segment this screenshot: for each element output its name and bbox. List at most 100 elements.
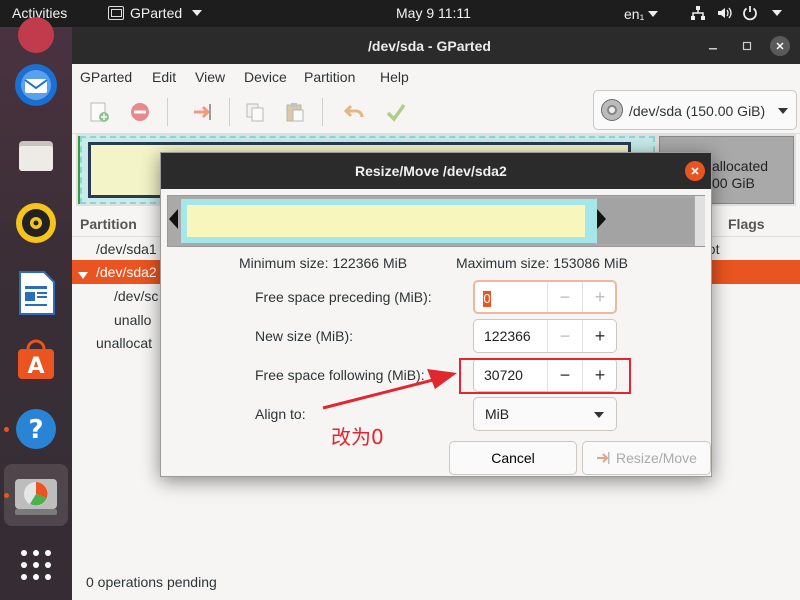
menu-help[interactable]: Help [380,69,409,85]
partition-resize-block[interactable] [181,199,597,243]
resize-move-dialog: Resize/Move /dev/sda2 Minimum size: 1223… [160,152,712,477]
chevron-down-icon [648,11,659,17]
decrement-button[interactable]: − [548,282,582,312]
dock-item-thunderbird[interactable] [10,59,62,111]
column-header-partition[interactable]: Partition [80,216,137,232]
new-partition-icon [90,102,109,122]
minimize-button[interactable] [704,37,722,55]
dock-item-help[interactable]: ? [10,403,62,455]
dock: A ? [0,17,72,600]
chevron-down-icon [772,10,782,16]
dock-item-partial[interactable] [10,9,62,61]
unallocated-size: 00 GiB [712,175,755,191]
power-icon [743,6,757,21]
dialog-titlebar[interactable]: Resize/Move /dev/sda2 [161,153,711,189]
copy-button[interactable] [242,99,268,125]
align-to-value: MiB [485,406,510,422]
svg-text:?: ? [28,415,43,445]
running-indicator [4,493,9,498]
window-titlebar[interactable]: /dev/sda - GParted [72,27,800,64]
resize-move-button[interactable] [189,99,215,125]
thunderbird-icon [15,64,57,106]
free-space-preceding-input[interactable]: 0 [483,290,491,307]
decrement-button[interactable]: − [548,320,582,352]
menu-bar: GParted Edit View Device Partition Help [72,64,800,90]
menu-partition[interactable]: Partition [304,69,355,85]
help-icon: ? [16,409,56,449]
right-resize-handle[interactable] [597,209,606,229]
apply-button[interactable] [383,99,409,125]
close-icon [691,167,699,175]
close-button[interactable] [770,36,790,56]
menu-view[interactable]: View [195,69,225,85]
undo-icon [343,104,364,118]
menu-device[interactable]: Device [244,69,287,85]
dock-item-files[interactable] [10,129,62,181]
device-selector-label: /dev/sda (150.00 GiB) [629,103,766,119]
free-space-preceding-stepper[interactable]: 0 − + [473,280,617,314]
gparted-icon [15,479,57,515]
system-tray[interactable] [690,5,782,21]
align-to-dropdown[interactable]: MiB [473,397,617,431]
annotation-highlight-box [459,358,631,394]
cancel-button-label: Cancel [491,450,535,466]
column-header-flags[interactable]: Flags [728,216,765,232]
resize-graphic[interactable] [167,195,705,247]
top-bar: Activities GParted May 9 11:11 en₁ [0,0,800,27]
dock-item-gparted[interactable] [10,469,62,521]
show-applications-button[interactable] [10,539,62,591]
align-to-label: Align to: [255,406,306,422]
free-space-following-block [596,198,694,244]
row-partition: /dev/sc [114,288,159,304]
checkmark-icon [386,103,406,122]
cancel-button[interactable]: Cancel [449,441,577,475]
harddisk-icon [601,99,623,121]
app-menu-label: GParted [130,5,183,21]
increment-button[interactable]: + [583,282,617,312]
chevron-down-icon [192,10,203,16]
paste-button[interactable] [282,99,308,125]
maximize-button[interactable] [738,37,756,55]
clock[interactable]: May 9 11:11 [396,5,471,21]
maximum-size-label: Maximum size: 153086 MiB [456,255,628,271]
gparted-app-icon [108,6,124,20]
status-bar: 0 operations pending [72,567,800,600]
dock-item-rhythmbox[interactable] [10,197,62,249]
new-size-label: New size (MiB): [255,328,354,344]
volume-icon [718,7,732,19]
annotation-text: 改为0 [331,425,384,449]
toolbar-separator [229,98,230,126]
increment-button[interactable]: + [583,320,617,352]
expander-icon[interactable] [78,267,88,283]
status-text: 0 operations pending [86,574,217,590]
minimum-size-label: Minimum size: 122366 MiB [239,255,408,271]
language-indicator[interactable]: en₁ [624,6,659,22]
delete-partition-button[interactable] [127,99,153,125]
app-menu[interactable]: GParted [108,5,203,21]
row-partition: unallocat [96,335,153,351]
partition-used-area [187,205,585,237]
dock-item-writer[interactable] [10,267,62,319]
left-resize-handle[interactable] [169,209,178,229]
row-partition: /dev/sda2 [96,264,157,280]
resize-move-button-label: Resize/Move [616,450,697,466]
menu-gparted[interactable]: GParted [80,69,132,85]
new-partition-button[interactable] [86,99,112,125]
dock-item-software[interactable]: A [10,333,62,385]
selected-text: 0 [483,291,491,307]
chevron-down-icon [594,412,604,418]
device-selector[interactable]: /dev/sda (150.00 GiB) [593,90,797,130]
dialog-close-button[interactable] [685,161,705,181]
toolbar-separator [167,98,168,126]
new-size-stepper[interactable]: 122366 − + [473,319,617,353]
app-grid-icon [21,550,51,580]
undo-button[interactable] [341,99,367,125]
resize-move-confirm-button[interactable]: Resize/Move [582,441,711,475]
unallocated-label: allocated [712,158,769,174]
writer-icon [19,271,55,315]
maximize-icon [742,41,752,51]
running-indicator [4,427,9,432]
row-partition: /dev/sda1 [96,241,157,257]
menu-edit[interactable]: Edit [152,69,176,85]
new-size-input[interactable]: 122366 [484,328,531,344]
